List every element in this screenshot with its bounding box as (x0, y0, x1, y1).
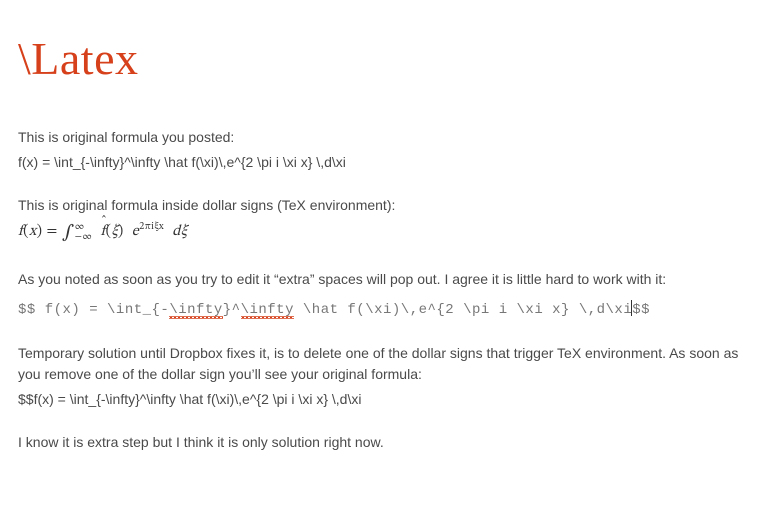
section-original-raw: This is original formula you posted: f(x… (18, 127, 740, 173)
formula-rendered: f(x) = ∫∞−∞ f(ξ) e2πiξx dξ (18, 220, 740, 247)
formula-code-editor[interactable]: $$ f(x) = \int_{-\infty}^\infty \hat f(\… (18, 300, 740, 321)
formula-original-raw: f(x) = \int_{-\infty}^\infty \hat f(\xi)… (18, 152, 740, 173)
section-edit-issue: As you noted as soon as you try to edit … (18, 269, 740, 321)
section-workaround: Temporary solution until Dropbox fixes i… (18, 343, 740, 410)
formula-workaround-raw: $$f(x) = \int_{-\infty}^\infty \hat f(\x… (18, 389, 740, 410)
label-original-raw: This is original formula you posted: (18, 127, 740, 148)
code-seg3: }^ (223, 302, 241, 318)
code-seg2-squiggle: \infty (169, 302, 222, 319)
code-seg4-squiggle: \infty (241, 302, 294, 319)
code-seg6: $$ (632, 302, 650, 318)
page-title: \Latex (18, 24, 740, 93)
section-closing: I know it is extra step but I think it i… (18, 432, 740, 453)
code-seg5: \hat f(\xi)\,e^{2 \pi i \xi x} \,d\xi (294, 302, 632, 318)
text-edit-issue: As you noted as soon as you try to edit … (18, 269, 740, 290)
text-closing: I know it is extra step but I think it i… (18, 432, 740, 453)
section-rendered: This is original formula inside dollar s… (18, 195, 740, 247)
code-seg1: $$ f(x) = \int_{- (18, 302, 169, 318)
label-rendered: This is original formula inside dollar s… (18, 195, 740, 216)
text-workaround: Temporary solution until Dropbox fixes i… (18, 343, 740, 385)
